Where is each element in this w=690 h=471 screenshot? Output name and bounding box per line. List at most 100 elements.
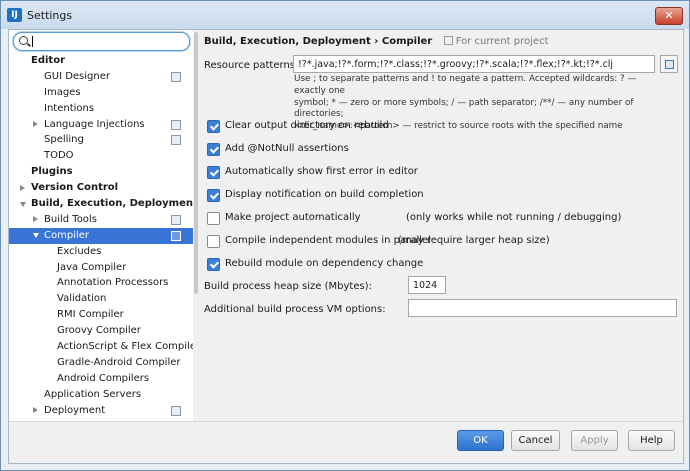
sidebar-item-label: TODO <box>44 150 74 162</box>
scope-label: For current project <box>455 36 549 47</box>
collapsed-arrow-icon[interactable] <box>33 216 38 223</box>
expanded-arrow-icon[interactable] <box>33 233 39 239</box>
breadcrumb: Build, Execution, Deployment › Compiler … <box>204 36 548 47</box>
sidebar-item-todo[interactable]: TODO <box>9 148 193 164</box>
checkbox-label[interactable]: Rebuild module on dependency change <box>225 258 423 270</box>
collapsed-arrow-icon[interactable] <box>33 121 38 128</box>
resource-patterns-input[interactable]: !?*.java;!?*.form;!?*.class;!?*.groovy;!… <box>293 55 655 73</box>
sidebar-item-label: Excludes <box>57 245 102 257</box>
sidebar-item-label: GUI Designer <box>44 70 110 82</box>
dialog-body: Editor GUI Designer Images Intentions Langua… <box>8 29 684 464</box>
sidebar-item-label: Android Compilers <box>57 372 150 384</box>
hint-line-1: Use ; to separate patterns and ! to nega… <box>294 74 637 96</box>
search-input[interactable] <box>13 32 190 51</box>
checkbox[interactable] <box>207 166 220 179</box>
checkbox-label[interactable]: Automatically show first error in editor <box>225 166 418 178</box>
hint-line-2: symbol; * — zero or more symbols; / — pa… <box>294 97 634 120</box>
intellij-app-icon: IJ <box>7 8 22 22</box>
checkbox-label[interactable]: Clear output directory on rebuild <box>225 120 389 132</box>
help-button[interactable]: Help <box>628 430 675 451</box>
sidebar-item-label: Groovy Compiler <box>57 325 141 337</box>
resource-patterns-label: Resource patterns: <box>204 60 299 71</box>
sidebar-item-build-tools[interactable]: Build Tools <box>9 212 193 228</box>
sidebar-item-validation[interactable]: Validation <box>9 291 193 307</box>
settings-sidebar: Editor GUI Designer Images Intentions Langua… <box>9 30 194 421</box>
sidebar-item-groovy-compiler[interactable]: Groovy Compiler <box>9 323 193 339</box>
checkbox[interactable] <box>207 143 220 156</box>
heap-size-input[interactable]: 1024 <box>408 276 446 294</box>
scrollbar-thumb[interactable] <box>194 32 198 294</box>
sidebar-item-label: Annotation Processors <box>57 277 169 289</box>
sidebar-item-java-compiler[interactable]: Java Compiler <box>9 260 193 276</box>
settings-window: IJ Settings ✕ Editor GUI Designer Images In… <box>0 0 690 471</box>
checkbox[interactable] <box>207 212 220 225</box>
sidebar-item-compiler[interactable]: Compiler <box>9 227 193 244</box>
project-scope-icon <box>171 405 181 416</box>
collapsed-arrow-icon[interactable] <box>33 407 38 414</box>
project-scope-icon <box>171 230 181 241</box>
sidebar-item-label: Application Servers <box>44 388 142 400</box>
sidebar-item-label: Gradle-Android Compiler <box>57 356 181 368</box>
sidebar-item-label: Compiler <box>44 229 90 241</box>
sidebar-item-excludes[interactable]: Excludes <box>9 244 193 260</box>
sidebar-item-label: Spelling <box>44 134 84 146</box>
cancel-button[interactable]: Cancel <box>511 430 560 451</box>
sidebar-item-actionscript-flex-compiler[interactable]: ActionScript & Flex Compiler <box>9 339 193 355</box>
sidebar-item-images[interactable]: Images <box>9 85 193 101</box>
sidebar-item-label: Plugins <box>31 166 73 178</box>
vm-options-input[interactable] <box>408 299 677 317</box>
checkbox[interactable] <box>207 235 220 248</box>
sidebar-item-language-injections[interactable]: Language Injections <box>9 117 193 133</box>
window-title: Settings <box>27 9 73 22</box>
sidebar-item-label: Intentions <box>44 102 95 114</box>
vm-options-label: Additional build process VM options: <box>204 304 386 315</box>
sidebar-item-annotation-processors[interactable]: Annotation Processors <box>9 275 193 291</box>
option-note: (only works while not running / debuggin… <box>406 212 622 223</box>
checkbox[interactable] <box>207 189 220 202</box>
sidebar-item-label: RMI Compiler <box>57 309 124 321</box>
dialog-footer: OK Cancel Apply Help <box>9 421 683 463</box>
collapsed-arrow-icon[interactable] <box>20 184 25 191</box>
project-scope-icon <box>171 119 181 130</box>
sidebar-item-label: Validation <box>57 293 107 305</box>
apply-button[interactable]: Apply <box>571 430 618 451</box>
sidebar-item-application-servers[interactable]: Application Servers <box>9 387 193 403</box>
expand-field-button[interactable] <box>660 55 678 73</box>
sidebar-item-deployment[interactable]: Deployment <box>9 403 193 419</box>
expanded-arrow-icon[interactable] <box>20 201 26 207</box>
checkbox[interactable] <box>207 258 220 271</box>
scope-indicator: For current project <box>443 36 549 47</box>
checkbox-label[interactable]: Display notification on build completion <box>225 189 424 201</box>
sidebar-item-intentions[interactable]: Intentions <box>9 101 193 117</box>
checkbox[interactable] <box>207 120 220 133</box>
sidebar-item-rmi-compiler[interactable]: RMI Compiler <box>9 307 193 323</box>
sidebar-item-gradle-android-compiler[interactable]: Gradle-Android Compiler <box>9 355 193 371</box>
sidebar-item-label: Version Control <box>31 182 119 194</box>
checkbox-label[interactable]: Make project automatically <box>225 212 361 224</box>
sidebar-item-label: Images <box>44 86 81 98</box>
sidebar-item-version-control[interactable]: Version Control <box>9 180 193 196</box>
search-icon <box>19 36 28 45</box>
option-note: (may require larger heap size) <box>398 235 550 246</box>
project-scope-icon <box>171 135 181 146</box>
heap-size-label: Build process heap size (Mbytes): <box>204 281 372 292</box>
sidebar-item-build-execution-deployment[interactable]: Build, Execution, Deployment <box>9 196 193 212</box>
sidebar-item-gui-designer[interactable]: GUI Designer <box>9 69 193 85</box>
sidebar-item-label: Java Compiler <box>57 261 127 273</box>
sidebar-item-plugins[interactable]: Plugins <box>9 164 193 180</box>
close-button[interactable]: ✕ <box>655 7 683 25</box>
sidebar-item-spelling[interactable]: Spelling <box>9 132 193 148</box>
sidebar-item-label: Build Tools <box>44 213 97 225</box>
text-caret <box>32 36 33 47</box>
sidebar-item-label: Deployment <box>44 404 106 416</box>
sidebar-item-label: Build, Execution, Deployment <box>31 198 194 210</box>
project-scope-icon <box>443 36 453 45</box>
sidebar-item-android-compilers[interactable]: Android Compilers <box>9 371 193 387</box>
ok-button[interactable]: OK <box>457 430 504 451</box>
project-scope-icon <box>171 71 181 82</box>
project-scope-icon <box>171 214 181 225</box>
sidebar-item-editor[interactable]: Editor <box>9 53 193 69</box>
title-bar: IJ Settings ✕ <box>1 1 689 29</box>
sidebar-item-label: Editor <box>31 55 65 66</box>
checkbox-label[interactable]: Add @NotNull assertions <box>225 143 349 155</box>
